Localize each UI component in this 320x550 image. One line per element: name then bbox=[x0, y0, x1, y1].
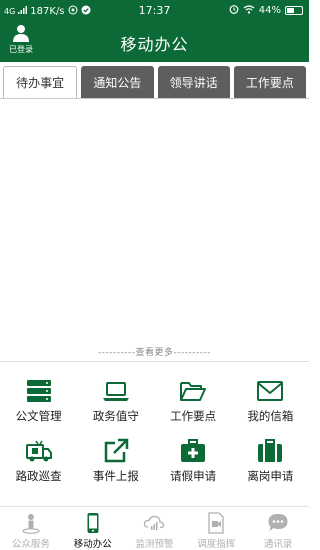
grid-item-work-points[interactable]: 工作要点 bbox=[155, 372, 232, 432]
grid-label: 政务值守 bbox=[92, 409, 139, 423]
nav-label: 移动办公 bbox=[73, 539, 112, 550]
server-stack-icon bbox=[26, 380, 51, 402]
cloud-signal-icon bbox=[144, 515, 165, 530]
tab-divider bbox=[0, 98, 309, 99]
grid-label: 事件上报 bbox=[92, 469, 139, 483]
grid-item-leave-request[interactable]: 请假申请 bbox=[155, 432, 232, 492]
grid-item-road-patrol[interactable]: 路政巡查 bbox=[0, 432, 77, 492]
nav-label: 监测预警 bbox=[135, 539, 174, 550]
nav-public-service[interactable]: 公众服务 bbox=[0, 507, 62, 550]
tab-leader-speech[interactable]: 领导讲话 bbox=[157, 66, 230, 98]
person-pin-icon bbox=[22, 514, 40, 534]
wifi-icon bbox=[243, 4, 255, 17]
video-doc-icon bbox=[208, 512, 224, 534]
patrol-truck-icon bbox=[25, 440, 52, 462]
briefcase-icon bbox=[258, 439, 283, 462]
nav-label: 公众服务 bbox=[11, 539, 50, 550]
nav-label: 调度指挥 bbox=[197, 539, 236, 550]
nav-mobile-office[interactable]: 移动办公 bbox=[62, 507, 124, 550]
function-grid: 公文管理 政务值守 工作要点 我的信箱 路政巡查 事件上报 请假申请 离岗申请 bbox=[0, 372, 309, 492]
alarm-icon bbox=[229, 4, 239, 17]
nav-dispatch[interactable]: 调度指挥 bbox=[185, 507, 247, 550]
view-more-link[interactable]: ----------查看更多---------- bbox=[0, 345, 309, 358]
grid-label: 离岗申请 bbox=[247, 469, 294, 483]
grid-label: 请假申请 bbox=[170, 469, 217, 483]
section-divider bbox=[0, 361, 309, 362]
grid-item-event-report[interactable]: 事件上报 bbox=[77, 432, 154, 492]
mobile-phone-icon bbox=[87, 513, 99, 533]
grid-label: 公文管理 bbox=[15, 409, 62, 423]
grid-item-departure-request[interactable]: 离岗申请 bbox=[232, 432, 309, 492]
nav-label: 通讯录 bbox=[263, 539, 293, 550]
grid-label: 我的信箱 bbox=[247, 409, 294, 423]
grid-label: 工作要点 bbox=[170, 409, 217, 423]
grid-item-duty[interactable]: 政务值守 bbox=[77, 372, 154, 432]
grid-item-document-management[interactable]: 公文管理 bbox=[0, 372, 77, 432]
grid-label: 路政巡查 bbox=[15, 469, 62, 483]
tab-work-points[interactable]: 工作要点 bbox=[233, 66, 306, 98]
chat-bubble-icon bbox=[268, 514, 288, 531]
nav-monitoring[interactable]: 监测预警 bbox=[124, 507, 186, 550]
bottom-nav: 公众服务 移动办公 监测预警 调度指挥 通讯录 bbox=[0, 506, 309, 550]
laptop-icon bbox=[102, 382, 129, 401]
external-link-icon bbox=[104, 438, 129, 463]
app-header: 已登录 移动办公 bbox=[0, 22, 309, 62]
battery-icon bbox=[285, 6, 303, 15]
tab-todo[interactable]: 待办事宜 bbox=[3, 66, 78, 98]
status-bar: 4G 187K/s 17:37 44% bbox=[0, 0, 309, 22]
nav-contacts[interactable]: 通讯录 bbox=[247, 507, 309, 550]
envelope-icon bbox=[257, 381, 284, 401]
grid-item-mailbox[interactable]: 我的信箱 bbox=[232, 372, 309, 432]
page-title: 移动办公 bbox=[120, 35, 189, 54]
tab-bar: 待办事宜 通知公告 领导讲话 工作要点 bbox=[3, 66, 306, 98]
status-right: 44% bbox=[229, 4, 303, 17]
battery-level: 44% bbox=[258, 5, 281, 16]
medical-kit-icon bbox=[181, 439, 206, 462]
tab-notices[interactable]: 通知公告 bbox=[81, 66, 154, 98]
folder-open-icon bbox=[180, 382, 207, 401]
